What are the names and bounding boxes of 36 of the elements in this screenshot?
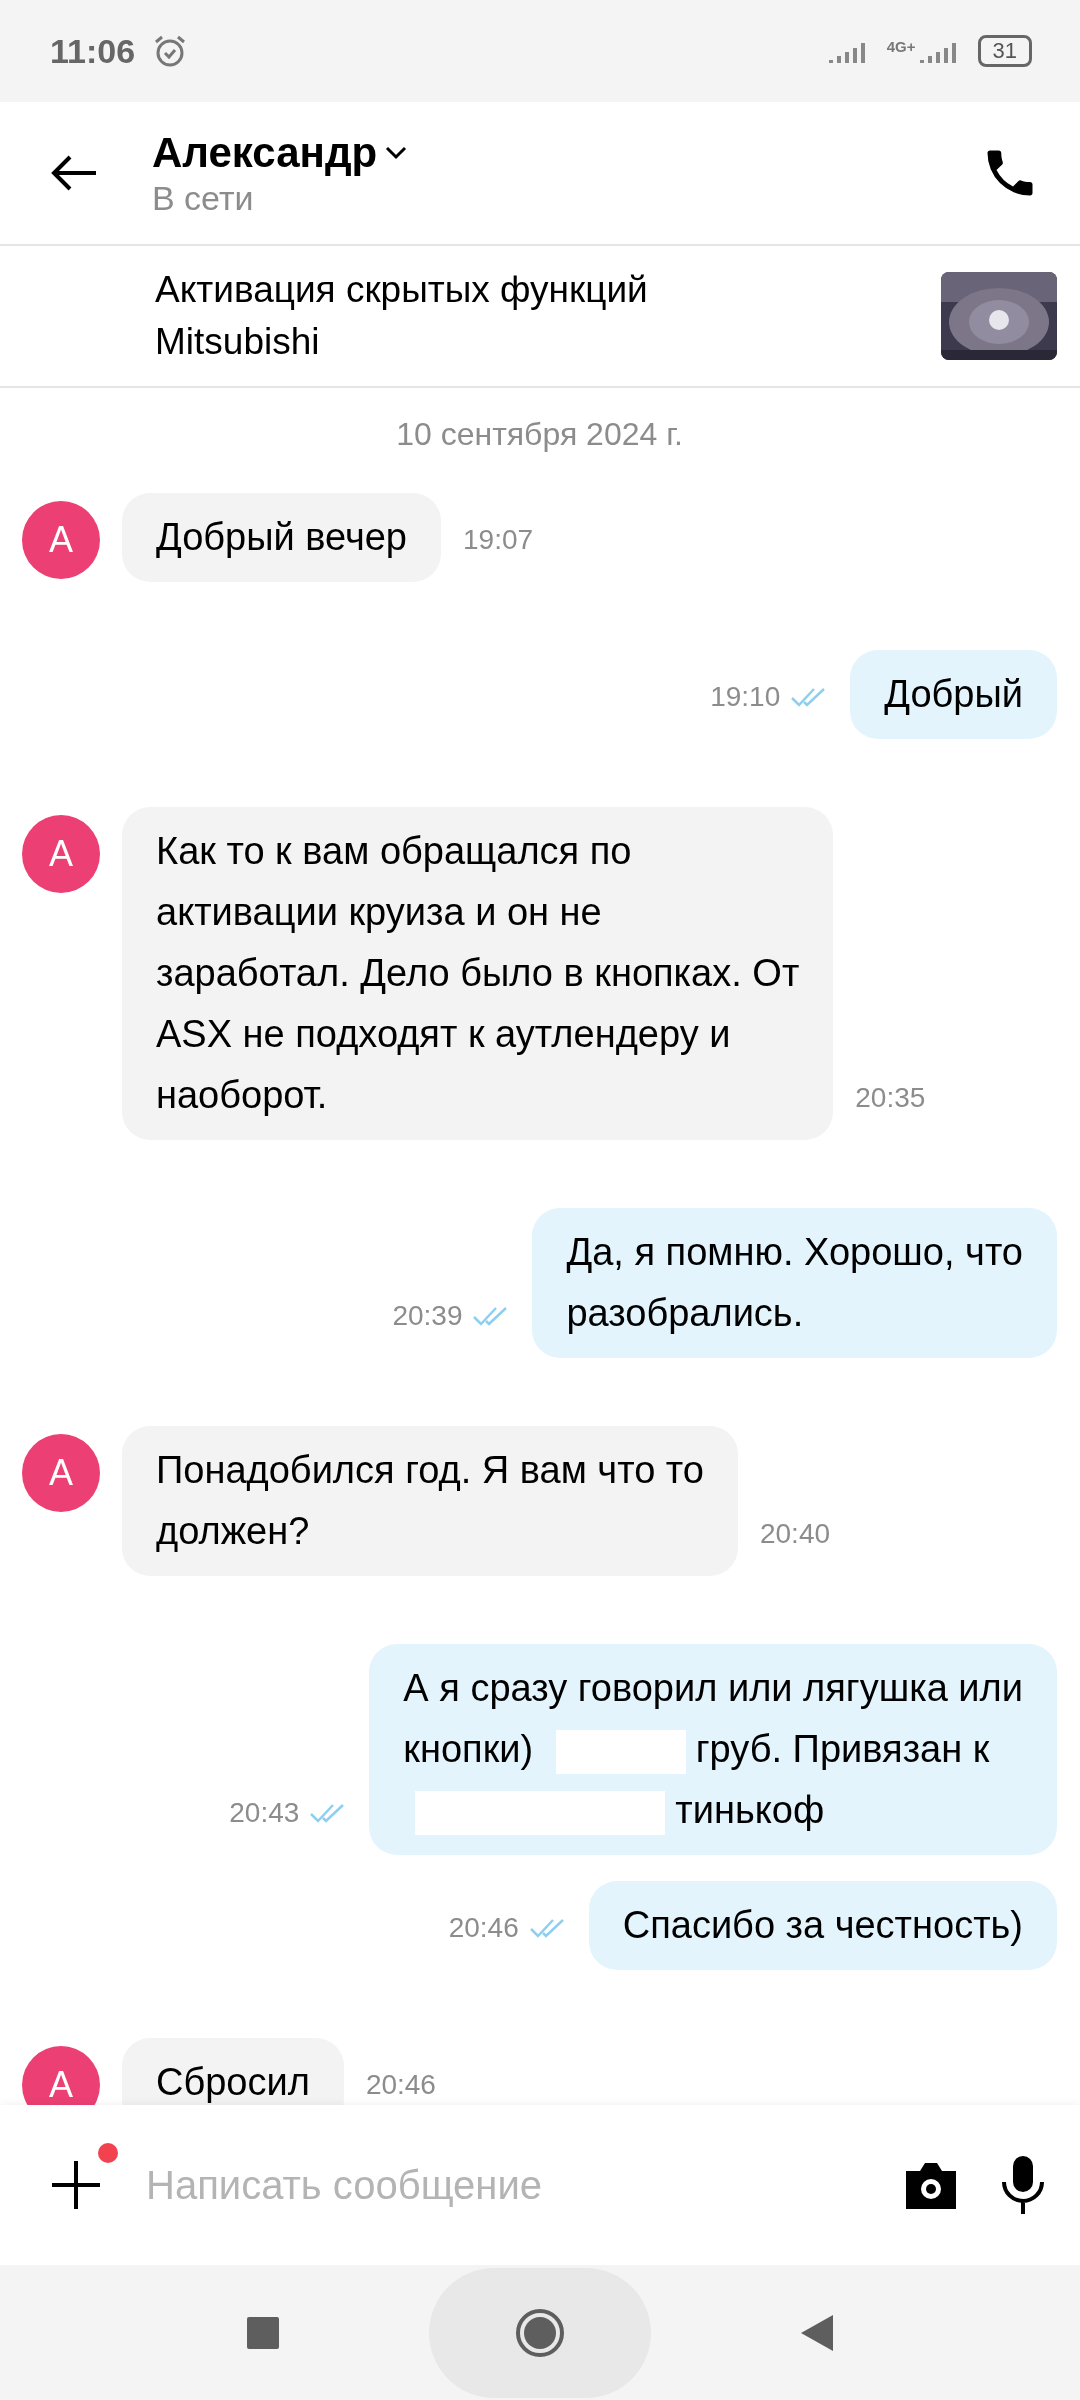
message-time: 19:07 [463, 524, 534, 556]
attach-button[interactable] [50, 2159, 102, 2211]
chevron-down-icon[interactable] [385, 145, 408, 160]
avatar: А [22, 2046, 100, 2105]
back-nav-button[interactable] [801, 2314, 833, 2351]
message-bubble: Как то к вам обращался по активации круиза и он не заработал. Дело было в кнопках. От ASX не подходят к аутлендеру и наоборот. [122, 807, 834, 1140]
message-bubble: Понадобился год. Я вам что то должен? [122, 1426, 738, 1576]
message-time: 20:40 [759, 1518, 831, 1550]
avatar: А [22, 815, 100, 893]
alarm-icon [153, 34, 188, 68]
home-circle-icon[interactable] [515, 2307, 565, 2358]
status-time: 11:06 [50, 31, 136, 71]
listing-title[interactable]: Активация скрытых функций Mitsubishi [155, 264, 735, 368]
avatar: А [22, 1434, 100, 1512]
message-time: 19:10 [710, 681, 781, 713]
message-time: 20:39 [392, 1300, 463, 1332]
message-time: 20:43 [229, 1797, 300, 1829]
back-button[interactable] [50, 153, 98, 193]
message-time: 20:46 [365, 2069, 436, 2101]
message-time: 20:35 [855, 1082, 926, 1114]
message-bubble: Спасибо за честность) [588, 1881, 1057, 1970]
date-label: 10 сентября 2024 г. [396, 416, 683, 453]
recents-button[interactable] [247, 2316, 279, 2349]
message-bubble: А я сразу говорил или лягушка или кнопки) груб. Привязан к тинькоф [369, 1644, 1057, 1855]
message-bubble: Да, я помню. Хорошо, что разобрались. [532, 1208, 1057, 1358]
message-bubble: Сбросил [122, 2038, 344, 2105]
network-label: 4G+ [886, 38, 916, 55]
battery-level: 31 [977, 35, 1032, 67]
microphone-button[interactable] [1000, 2154, 1046, 2216]
online-status: В сети [152, 178, 255, 218]
message-bubble: Добрый [850, 650, 1057, 739]
avatar: А [22, 501, 100, 579]
message-bubble: Добрый вечер [122, 493, 441, 582]
message-input[interactable]: Написать сообщение [146, 2162, 862, 2208]
contact-name[interactable]: Александр [152, 128, 378, 177]
message-time: 20:46 [448, 1912, 519, 1944]
